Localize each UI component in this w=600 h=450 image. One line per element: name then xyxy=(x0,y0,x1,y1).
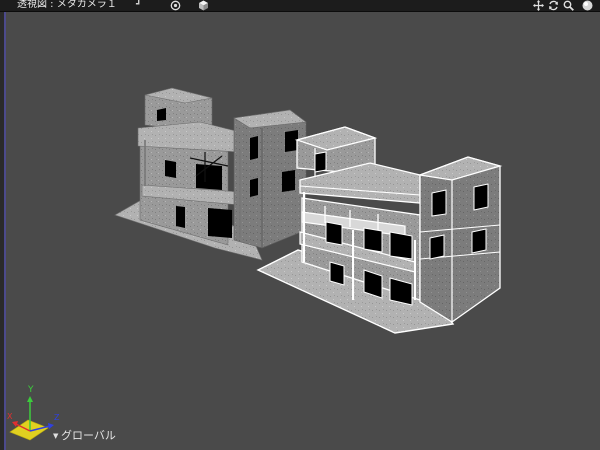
view-title[interactable]: 透視図 : メタカメラ１ xyxy=(17,0,117,11)
target-icon[interactable] xyxy=(170,0,181,11)
sphere-icon[interactable] xyxy=(582,0,593,11)
cube-icon[interactable] xyxy=(198,0,209,11)
rotate-icon[interactable] xyxy=(548,0,559,11)
coordinate-system-label[interactable]: グローバル xyxy=(61,429,116,443)
view-title-bar: 透視図 : メタカメラ１ ┛ xyxy=(0,0,600,12)
z-axis-label: Z xyxy=(54,413,60,422)
y-axis-arrow xyxy=(27,396,33,402)
x-axis-label: X xyxy=(7,412,13,421)
y-axis-label: Y xyxy=(27,385,34,395)
3d-viewport[interactable]: Y X Z ▼ グローバル xyxy=(6,12,600,450)
perspective-view-window: 透視図 : メタカメラ１ ┛ Y X Z ▼ グローバル xyxy=(0,0,600,450)
dropdown-triangle-icon[interactable]: ▼ xyxy=(53,431,58,441)
view-menu-mark[interactable]: ┛ xyxy=(136,0,141,11)
building-model-unselected[interactable] xyxy=(114,87,307,261)
3d-scene[interactable] xyxy=(6,12,600,450)
move-icon[interactable] xyxy=(533,0,544,11)
zoom-icon[interactable] xyxy=(563,0,574,11)
z-axis-arrow xyxy=(48,423,54,429)
